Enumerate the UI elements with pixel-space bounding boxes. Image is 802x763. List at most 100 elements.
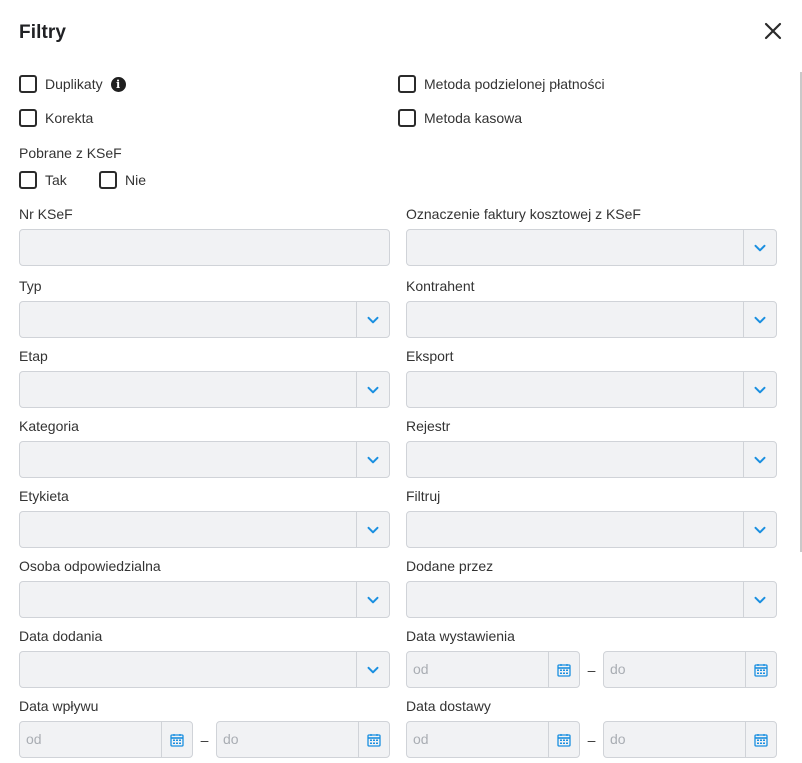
metoda-podzielonej-label: Metoda podzielonej płatności [424, 76, 605, 92]
etykieta-select-value[interactable] [20, 512, 356, 547]
metoda-podzielonej-checkbox[interactable] [398, 75, 416, 93]
chevron-down-icon [367, 666, 379, 673]
oznaczenie-select[interactable] [406, 229, 777, 266]
rejestr-select[interactable] [406, 441, 777, 478]
checkbox-tak[interactable]: Tak [19, 171, 67, 189]
kontrahent-select-value[interactable] [407, 302, 743, 337]
nr-ksef-label: Nr KSeF [19, 206, 73, 222]
calendar-button[interactable] [548, 652, 579, 687]
calendar-button[interactable] [745, 722, 776, 757]
duplikaty-checkbox[interactable] [19, 75, 37, 93]
dodane-przez-select-value[interactable] [407, 582, 743, 617]
rejestr-select-value[interactable] [407, 442, 743, 477]
kontrahent-select[interactable] [406, 301, 777, 338]
etap-dropdown-button[interactable] [356, 372, 389, 407]
chevron-down-icon [367, 386, 379, 393]
filtruj-dropdown-button[interactable] [743, 512, 776, 547]
osoba-select[interactable] [19, 581, 390, 618]
checkbox-duplikaty[interactable]: Duplikaty i [19, 75, 126, 93]
etap-label: Etap [19, 348, 48, 364]
chevron-down-icon [754, 596, 766, 603]
data-dodania-dropdown-button[interactable] [356, 652, 389, 687]
etap-select-value[interactable] [20, 372, 356, 407]
oznaczenie-dropdown-button[interactable] [743, 230, 776, 265]
nr-ksef-input[interactable] [19, 229, 390, 266]
data-dostawy-range: od – do [406, 721, 777, 758]
chevron-down-icon [754, 456, 766, 463]
nie-label: Nie [125, 172, 147, 188]
etap-select[interactable] [19, 371, 390, 408]
dodane-przez-select[interactable] [406, 581, 777, 618]
calendar-button[interactable] [548, 722, 579, 757]
eksport-dropdown-button[interactable] [743, 372, 776, 407]
close-button[interactable] [762, 20, 784, 42]
field-data-wystawienia: Data wystawienia od – do [406, 628, 777, 688]
osoba-dropdown-button[interactable] [356, 582, 389, 617]
data-dostawy-from-input[interactable]: od [406, 721, 580, 758]
calendar-button[interactable] [358, 722, 389, 757]
checkbox-metoda-kasowa[interactable]: Metoda kasowa [398, 109, 522, 127]
field-kontrahent: Kontrahent [406, 278, 777, 338]
data-wystawienia-label: Data wystawienia [406, 628, 515, 644]
info-icon[interactable]: i [110, 76, 126, 92]
field-etap: Etap [19, 348, 390, 408]
chevron-down-icon [754, 526, 766, 533]
rejestr-dropdown-button[interactable] [743, 442, 776, 477]
data-dodania-select[interactable] [19, 651, 390, 688]
dodane-przez-label: Dodane przez [406, 558, 494, 574]
kategoria-dropdown-button[interactable] [356, 442, 389, 477]
data-wplywu-from-input[interactable]: od [19, 721, 193, 758]
pobrane-label: Pobrane z KSeF [19, 145, 122, 161]
calendar-icon [754, 663, 768, 677]
field-etykieta: Etykieta [19, 488, 390, 548]
etykieta-select[interactable] [19, 511, 390, 548]
kategoria-select-value[interactable] [20, 442, 356, 477]
close-icon [764, 22, 782, 40]
data-wplywu-to-input[interactable]: do [216, 721, 390, 758]
filtruj-select-value[interactable] [407, 512, 743, 547]
dodane-przez-dropdown-button[interactable] [743, 582, 776, 617]
data-dostawy-to-input[interactable]: do [603, 721, 777, 758]
date-separator: – [587, 661, 596, 678]
osoba-select-value[interactable] [20, 582, 356, 617]
checkbox-korekta[interactable]: Korekta [19, 109, 93, 127]
field-oznaczenie: Oznaczenie faktury kosztowej z KSeF [406, 206, 777, 266]
tak-checkbox[interactable] [19, 171, 37, 189]
date-to-placeholder: do [610, 731, 626, 747]
osoba-label: Osoba odpowiedzialna [19, 558, 161, 574]
data-wystawienia-from-input[interactable]: od [406, 651, 580, 688]
checkbox-nie[interactable]: Nie [99, 171, 146, 189]
calendar-button[interactable] [161, 722, 192, 757]
data-dodania-select-value[interactable] [20, 652, 356, 687]
dialog-header: Filtry [19, 22, 66, 44]
chevron-down-icon [367, 456, 379, 463]
metoda-kasowa-checkbox[interactable] [398, 109, 416, 127]
data-wystawienia-range: od – do [406, 651, 777, 688]
data-dostawy-label: Data dostawy [406, 698, 491, 714]
typ-select[interactable] [19, 301, 390, 338]
oznaczenie-label: Oznaczenie faktury kosztowej z KSeF [406, 206, 641, 222]
nie-checkbox[interactable] [99, 171, 117, 189]
field-typ: Typ [19, 278, 390, 338]
calendar-button[interactable] [745, 652, 776, 687]
filtruj-select[interactable] [406, 511, 777, 548]
checkbox-metoda-podzielonej[interactable]: Metoda podzielonej płatności [398, 75, 605, 93]
data-wplywu-range: od – do [19, 721, 390, 758]
data-wystawienia-to-input[interactable]: do [603, 651, 777, 688]
kontrahent-dropdown-button[interactable] [743, 302, 776, 337]
field-data-dostawy: Data dostawy od – do [406, 698, 777, 758]
date-to-placeholder: do [610, 661, 626, 677]
field-dodane-przez: Dodane przez [406, 558, 777, 618]
kategoria-select[interactable] [19, 441, 390, 478]
korekta-checkbox[interactable] [19, 109, 37, 127]
tak-label: Tak [45, 172, 67, 188]
data-wplywu-label: Data wpływu [19, 698, 99, 714]
calendar-icon [557, 733, 571, 747]
field-rejestr: Rejestr [406, 418, 777, 478]
typ-select-value[interactable] [20, 302, 356, 337]
eksport-select[interactable] [406, 371, 777, 408]
etykieta-dropdown-button[interactable] [356, 512, 389, 547]
oznaczenie-select-value[interactable] [407, 230, 743, 265]
typ-dropdown-button[interactable] [356, 302, 389, 337]
eksport-select-value[interactable] [407, 372, 743, 407]
